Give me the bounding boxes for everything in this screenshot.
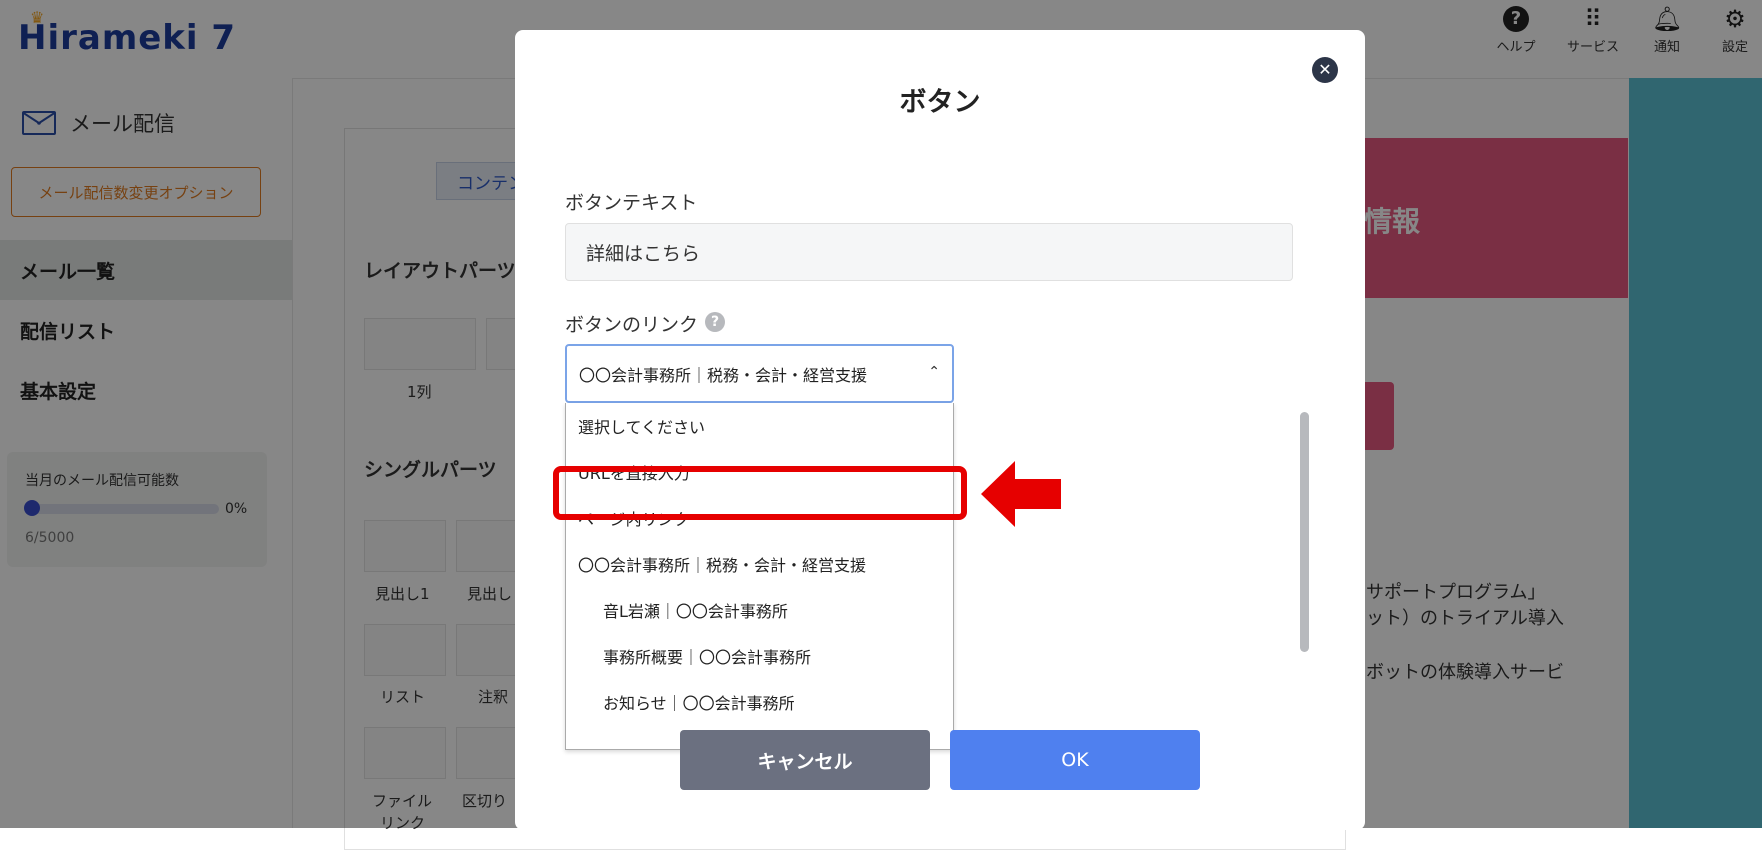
dropdown-option[interactable]: 選択してください [566, 403, 953, 449]
button-settings-modal: ✕ ボタン ボタンテキスト ボタンのリンク ? 〇〇会計事務所｜税務・会計・経営… [515, 30, 1365, 830]
button-text-input[interactable] [565, 223, 1293, 281]
dropdown-option[interactable]: 事務所概要｜〇〇会計事務所 [566, 633, 953, 679]
help-icon[interactable]: ? [705, 312, 725, 332]
dropdown-option[interactable]: 音L岩瀬｜〇〇会計事務所 [566, 587, 953, 633]
dropdown-option[interactable]: 〇〇会計事務所｜税務・会計・経営支援 [566, 541, 953, 587]
link-dropdown-list: 選択してください URLを直接入力 ページ内リンク 〇〇会計事務所｜税務・会計・… [565, 403, 954, 750]
cancel-button[interactable]: キャンセル [680, 730, 930, 790]
ok-button[interactable]: OK [950, 730, 1200, 790]
button-text-label: ボタンテキスト [565, 192, 698, 214]
button-link-select[interactable]: 〇〇会計事務所｜税務・会計・経営支援 ⌃ [565, 344, 954, 403]
button-link-label: ボタンのリンク [565, 314, 699, 336]
select-value: 〇〇会計事務所｜税務・会計・経営支援 [579, 365, 868, 385]
dropdown-option[interactable]: お知らせ｜〇〇会計事務所 [566, 679, 953, 725]
modal-scrollbar-thumb[interactable] [1300, 412, 1309, 652]
chevron-up-icon: ⌃ [928, 364, 940, 380]
highlight-box [553, 466, 967, 520]
red-arrow-annotation [981, 461, 1061, 527]
modal-title: ボタン [899, 87, 981, 118]
